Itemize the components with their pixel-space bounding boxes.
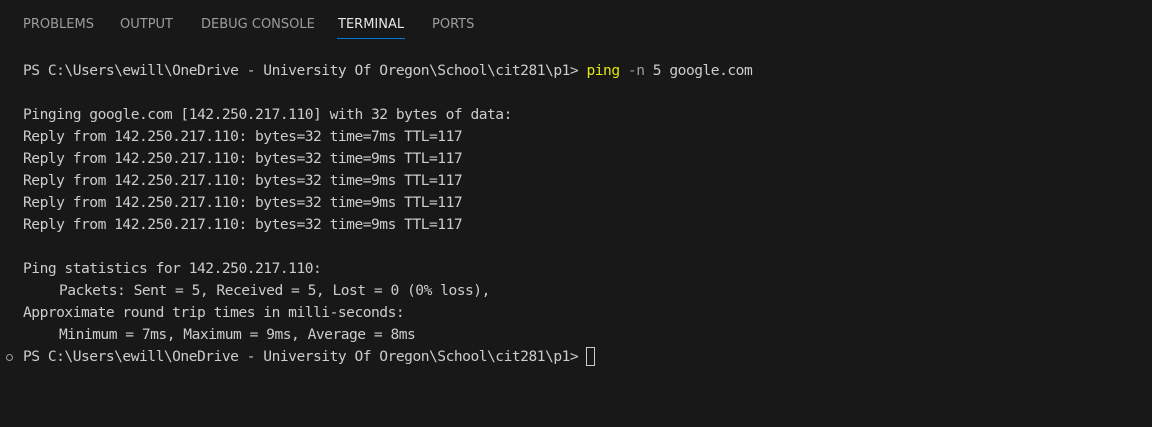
command-name: ping — [586, 62, 620, 79]
reply-line: Reply from 142.250.217.110: bytes=32 tim… — [23, 216, 463, 233]
prompt: PS C:\Users\ewill\OneDrive - University … — [23, 62, 587, 79]
stats-header: Ping statistics for 142.250.217.110: — [23, 260, 322, 277]
tab-terminal[interactable]: TERMINAL — [338, 17, 404, 33]
current-prompt-line: PS C:\Users\ewill\OneDrive - University … — [23, 346, 596, 368]
text-cursor — [586, 347, 596, 366]
tab-debug-console[interactable]: DEBUG CONSOLE — [201, 17, 315, 33]
tab-problems[interactable]: PROBLEMS — [23, 17, 94, 33]
terminal-output[interactable]: PS C:\Users\ewill\OneDrive - University … — [0, 60, 1152, 427]
rtt-header: Approximate round trip times in milli-se… — [23, 304, 405, 321]
terminal-panel: PROBLEMS OUTPUT DEBUG CONSOLE TERMINAL P… — [0, 0, 1152, 427]
prompt: PS C:\Users\ewill\OneDrive - University … — [23, 348, 587, 365]
command-line: PS C:\Users\ewill\OneDrive - University … — [23, 60, 753, 82]
panel-tab-bar: PROBLEMS OUTPUT DEBUG CONSOLE TERMINAL P… — [0, 0, 1152, 44]
reply-line: Reply from 142.250.217.110: bytes=32 tim… — [23, 128, 463, 145]
reply-line: Reply from 142.250.217.110: bytes=32 tim… — [23, 150, 463, 167]
rtt-values: Minimum = 7ms, Maximum = 9ms, Average = … — [59, 326, 416, 343]
reply-line: Reply from 142.250.217.110: bytes=32 tim… — [23, 194, 463, 211]
command-status-circle-icon[interactable] — [6, 354, 13, 361]
command-flag: -n — [627, 62, 645, 79]
tab-output[interactable]: OUTPUT — [120, 17, 173, 33]
tab-ports[interactable]: PORTS — [432, 17, 474, 33]
pinging-line: Pinging google.com [142.250.217.110] wit… — [23, 106, 512, 123]
command-args: 5 google.com — [652, 62, 753, 79]
packets-line: Packets: Sent = 5, Received = 5, Lost = … — [59, 282, 490, 299]
reply-line: Reply from 142.250.217.110: bytes=32 tim… — [23, 172, 463, 189]
active-tab-indicator — [337, 38, 405, 39]
